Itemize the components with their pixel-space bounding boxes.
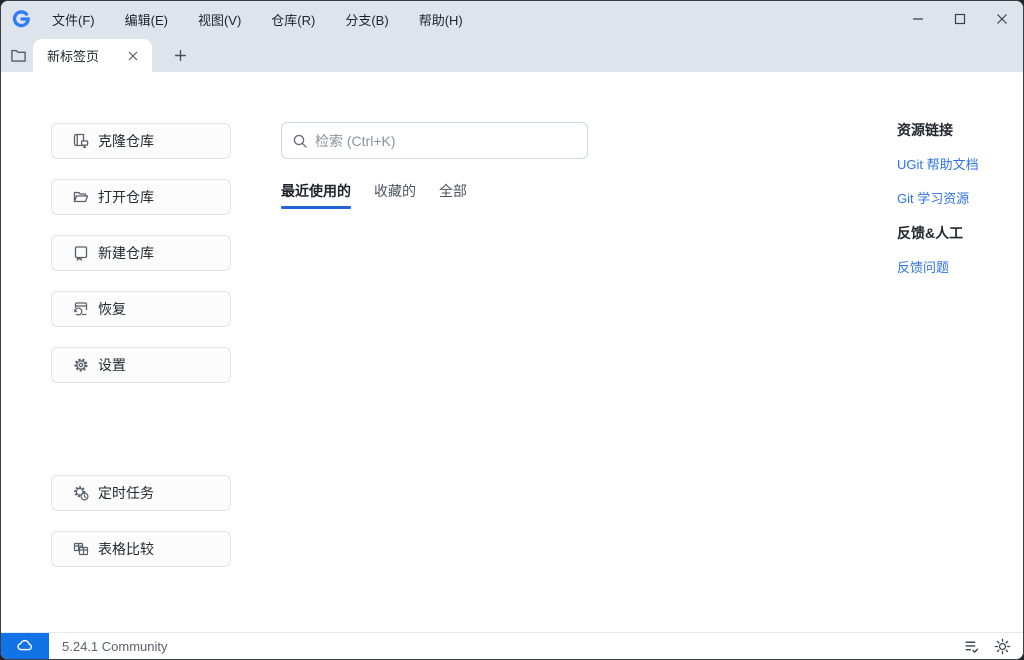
sun-icon xyxy=(994,638,1010,654)
link-git-learning[interactable]: Git 学习资源 xyxy=(897,188,1017,207)
folder-open-icon xyxy=(73,189,89,205)
scheduled-task-button[interactable]: 定时任务 xyxy=(51,475,231,511)
status-bar: 5.24.1 Community xyxy=(1,632,1023,659)
maximize-icon xyxy=(954,13,966,25)
menu-view[interactable]: 视图(V) xyxy=(188,5,251,33)
button-label: 新建仓库 xyxy=(98,245,154,261)
section-title: 资源链接 xyxy=(897,122,953,138)
list-check-icon xyxy=(965,641,978,653)
tab-recently-used[interactable]: 最近使用的 xyxy=(281,181,351,209)
window-controls xyxy=(897,1,1023,37)
main-content: 克隆仓库 打开仓库 新建仓库 恢复 设置 定时任务 表格比较 检索 (Ctrl+… xyxy=(1,72,1023,632)
button-label: 设置 xyxy=(98,357,126,373)
menu-help[interactable]: 帮助(H) xyxy=(409,5,473,33)
tab-all[interactable]: 全部 xyxy=(439,181,467,209)
tab-favorites[interactable]: 收藏的 xyxy=(374,181,416,209)
repo-clone-icon xyxy=(73,133,89,149)
settings-button[interactable]: 设置 xyxy=(51,347,231,383)
button-label: 克隆仓库 xyxy=(98,133,154,149)
title-bar: 文件(F) 编辑(E) 视图(V) 仓库(R) 分支(B) 帮助(H) xyxy=(1,1,1023,37)
table-compare-button[interactable]: 表格比较 xyxy=(51,531,231,567)
new-tab-button[interactable] xyxy=(166,41,194,69)
theme-toggle-button[interactable] xyxy=(993,637,1011,655)
close-button[interactable] xyxy=(981,1,1023,37)
link-feedback-issue[interactable]: 反馈问题 xyxy=(897,257,1017,276)
repo-new-icon xyxy=(73,245,89,261)
new-repo-button[interactable]: 新建仓库 xyxy=(51,235,231,271)
button-label: 表格比较 xyxy=(98,541,154,557)
menu-bar: 文件(F) 编辑(E) 视图(V) 仓库(R) 分支(B) 帮助(H) xyxy=(42,5,483,33)
resource-links-section: 资源链接 UGit 帮助文档 Git 学习资源 xyxy=(897,120,1017,207)
menu-edit[interactable]: 编辑(E) xyxy=(115,5,178,33)
links-panel: 资源链接 UGit 帮助文档 Git 学习资源 反馈&人工 反馈问题 xyxy=(897,120,1017,292)
button-label: 恢复 xyxy=(98,301,126,317)
maximize-button[interactable] xyxy=(939,1,981,37)
repo-browser: 最近使用的 收藏的 全部 xyxy=(281,122,588,209)
version-label: 5.24.1 Community xyxy=(62,638,168,654)
tab-label: 最近使用的 xyxy=(281,183,351,199)
app-logo-icon xyxy=(10,8,32,30)
search-box[interactable] xyxy=(281,122,588,159)
active-tab-underline xyxy=(281,206,351,209)
minimize-icon xyxy=(913,18,923,20)
menu-branch[interactable]: 分支(B) xyxy=(335,5,398,33)
search-icon xyxy=(293,134,307,148)
menu-repository[interactable]: 仓库(R) xyxy=(261,5,325,33)
status-bar-actions xyxy=(962,637,1011,655)
button-label: 定时任务 xyxy=(98,485,154,501)
open-repo-button[interactable]: 打开仓库 xyxy=(51,179,231,215)
close-icon xyxy=(128,51,138,60)
tab-label: 全部 xyxy=(439,183,467,199)
feedback-section: 反馈&人工 反馈问题 xyxy=(897,223,1017,276)
search-input[interactable] xyxy=(315,132,577,149)
menu-file[interactable]: 文件(F) xyxy=(42,5,105,33)
scheduled-task-icon xyxy=(73,485,89,501)
cloud-icon xyxy=(17,639,33,651)
restore-icon xyxy=(73,301,89,317)
section-title: 反馈&人工 xyxy=(897,225,964,241)
table-compare-icon xyxy=(73,541,89,557)
tab-label: 收藏的 xyxy=(374,183,416,199)
action-sidebar: 克隆仓库 打开仓库 新建仓库 恢复 设置 定时任务 表格比较 xyxy=(51,123,231,587)
cloud-sync-button[interactable] xyxy=(1,633,49,659)
plus-icon xyxy=(174,49,186,61)
repo-filter-tabs: 最近使用的 收藏的 全部 xyxy=(281,181,588,209)
restore-button[interactable]: 恢复 xyxy=(51,291,231,327)
app-window: 文件(F) 编辑(E) 视图(V) 仓库(R) 分支(B) 帮助(H) 新标签页 xyxy=(0,0,1024,660)
link-ugit-help-docs[interactable]: UGit 帮助文档 xyxy=(897,154,1017,173)
tab-close-button[interactable] xyxy=(124,47,142,65)
minimize-button[interactable] xyxy=(897,1,939,37)
button-label: 打开仓库 xyxy=(98,189,154,205)
close-icon xyxy=(997,14,1007,24)
tab-bar: 新标签页 xyxy=(1,37,1023,72)
tab-new-page[interactable]: 新标签页 xyxy=(33,39,152,72)
folder-icon xyxy=(10,49,26,62)
task-log-button[interactable] xyxy=(962,637,980,655)
repo-list-button[interactable] xyxy=(3,39,33,72)
tab-label: 新标签页 xyxy=(47,49,100,64)
gear-icon xyxy=(73,357,89,373)
clone-repo-button[interactable]: 克隆仓库 xyxy=(51,123,231,159)
